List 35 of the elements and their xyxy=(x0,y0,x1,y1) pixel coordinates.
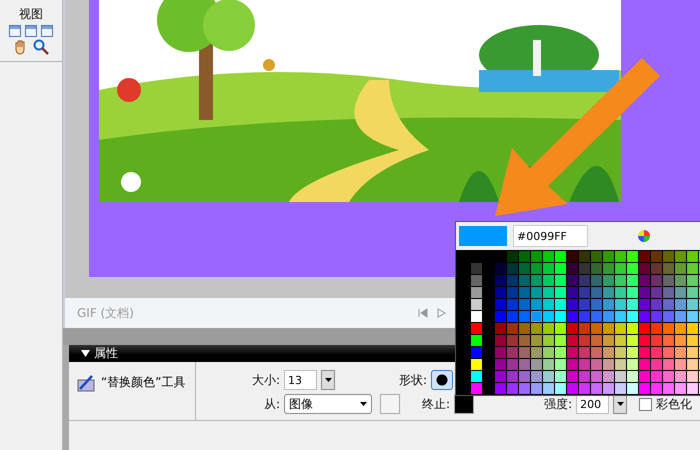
first-frame-icon[interactable] xyxy=(418,308,428,318)
collapse-triangle-icon[interactable] xyxy=(81,350,90,357)
color-button[interactable] xyxy=(380,394,400,414)
tool-name: “替换颜色”工具 xyxy=(101,374,186,391)
colorize-label: 彩色化 xyxy=(656,396,692,412)
play-icon[interactable] xyxy=(436,308,446,318)
shape-button[interactable] xyxy=(431,370,454,390)
window-layout-icon[interactable] xyxy=(41,25,53,37)
colorize-checkbox[interactable] xyxy=(639,398,652,410)
panel-title: 属性 xyxy=(94,345,118,362)
document-status: GIF (文档) xyxy=(77,304,134,322)
window-layout-icon[interactable] xyxy=(25,25,37,37)
color-wheel-icon[interactable] xyxy=(638,230,650,242)
current-color-swatch xyxy=(459,226,507,246)
panel-title: 视图 xyxy=(19,6,43,23)
end-label: 终止: xyxy=(422,396,450,412)
size-label: 大小: xyxy=(252,372,280,388)
shape-label: 形状: xyxy=(399,372,428,388)
select-value: 图像 xyxy=(289,396,314,412)
from-label: 从: xyxy=(264,396,280,412)
size-field[interactable]: 13 xyxy=(284,370,318,390)
hex-field[interactable]: #0099FF xyxy=(513,225,588,247)
strength-label: 强度: xyxy=(544,396,572,412)
brush-icon xyxy=(77,374,95,392)
size-dropdown-button[interactable] xyxy=(321,370,336,390)
strength-field[interactable]: 200 xyxy=(576,394,610,414)
caret-icon xyxy=(324,378,332,382)
search-icon[interactable] xyxy=(33,39,49,55)
caret-icon xyxy=(616,402,624,406)
caret-icon xyxy=(360,402,368,406)
end-color-button[interactable] xyxy=(454,394,474,414)
strength-dropdown-button[interactable] xyxy=(613,394,628,414)
from-select[interactable]: 图像 xyxy=(284,394,372,414)
window-layout-icon[interactable] xyxy=(9,25,21,37)
circle-icon xyxy=(436,374,448,386)
